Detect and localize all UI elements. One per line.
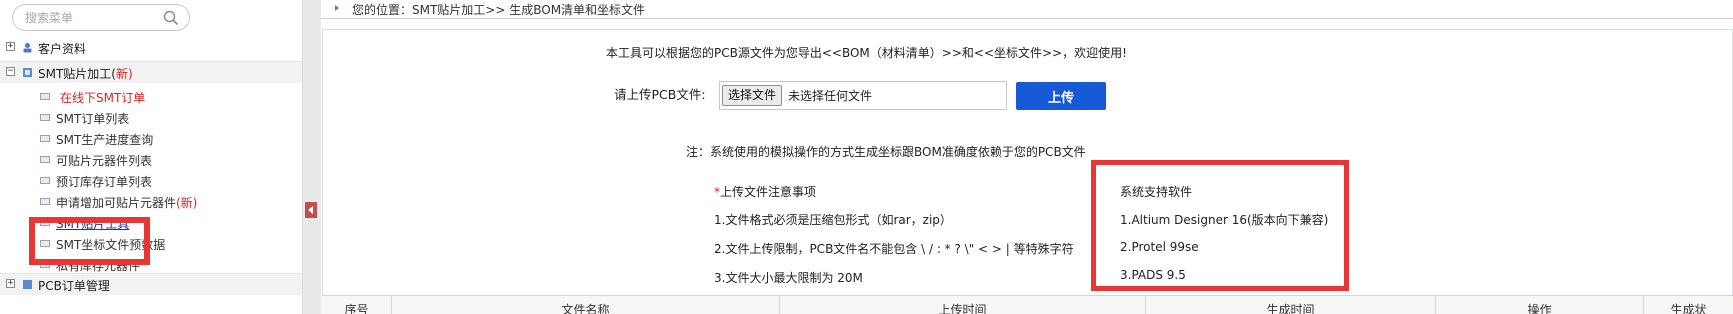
breadcrumb-arrow-icon bbox=[335, 5, 339, 11]
search-box[interactable] bbox=[12, 4, 190, 31]
page: + 客户资料 − SMT贴片加工(新) 在线下SMT订单 SMT订单 bbox=[0, 0, 1733, 314]
search-icon[interactable] bbox=[163, 10, 179, 26]
choose-file-button[interactable]: 选择文件 bbox=[722, 85, 783, 106]
sidebar-item-label: SMT订单列表 bbox=[56, 112, 130, 126]
upload-button[interactable]: 上传 bbox=[1016, 82, 1106, 110]
sidebar-item-online-smt-order[interactable]: 在线下SMT订单 bbox=[0, 85, 302, 107]
user-icon bbox=[23, 43, 32, 53]
sidebar-group-pcb[interactable]: + PCB订单管理 bbox=[0, 273, 302, 295]
page-icon bbox=[40, 135, 50, 142]
notice-item: 1.文件格式必须是压缩包形式（如rar，zip） bbox=[714, 213, 952, 227]
sidebar-collapse-bar[interactable] bbox=[303, 0, 321, 314]
page-icon bbox=[40, 114, 50, 121]
sidebar-item-reserve-stock[interactable]: 预订库存订单列表 bbox=[0, 169, 302, 191]
sidebar-group-label: PCB订单管理 bbox=[38, 279, 110, 293]
sidebar-group-label: SMT贴片加工(新) bbox=[38, 67, 133, 81]
column-header: 生成状 bbox=[1670, 303, 1707, 314]
collapse-icon[interactable]: − bbox=[6, 67, 15, 76]
sidebar-item-label: 在线下SMT订单 bbox=[60, 91, 146, 105]
sidebar-group-label: 客户资料 bbox=[38, 42, 87, 56]
page-icon bbox=[40, 198, 50, 205]
software-item: 2.Protel 99se bbox=[1120, 240, 1199, 254]
page-icon bbox=[40, 156, 50, 163]
sidebar-item-smt-progress[interactable]: SMT生产进度查询 bbox=[0, 127, 302, 149]
new-badge: 新) bbox=[115, 67, 133, 81]
sidebar-group-customer[interactable]: + 客户资料 bbox=[0, 37, 302, 59]
no-file-text: 未选择任何文件 bbox=[788, 89, 873, 103]
column-header: 上传时间 bbox=[780, 296, 1146, 314]
sidebar-item-smt-order-list[interactable]: SMT订单列表 bbox=[0, 106, 302, 128]
main-panel bbox=[322, 29, 1733, 314]
sidebar-group-smt[interactable]: − SMT贴片加工(新) bbox=[0, 61, 302, 83]
software-item: 3.PADS 9.5 bbox=[1120, 268, 1186, 282]
upload-label: 请上传PCB文件: bbox=[614, 87, 706, 102]
column-header: 操作 bbox=[1436, 296, 1644, 314]
sidebar-item-component-list[interactable]: 可贴片元器件列表 bbox=[0, 148, 302, 170]
search-input[interactable] bbox=[25, 9, 165, 27]
software-title: 系统支持软件 bbox=[1120, 185, 1193, 199]
column-header: 生成时间 bbox=[1146, 296, 1436, 314]
file-input[interactable]: 选择文件 未选择任何文件 bbox=[719, 81, 1007, 110]
sidebar: + 客户资料 − SMT贴片加工(新) 在线下SMT订单 SMT订单 bbox=[0, 0, 303, 314]
sidebar-item-label: SMT生产进度查询 bbox=[56, 133, 154, 147]
breadcrumb: 您的位置：SMT贴片加工>> 生成BOM清单和坐标文件 bbox=[321, 0, 1733, 19]
board-icon bbox=[23, 280, 32, 289]
sidebar-item-label: 申请增加可贴片元器件 bbox=[56, 196, 177, 210]
sidebar-item-apply-component[interactable]: 申请增加可贴片元器件 (新) bbox=[0, 190, 302, 212]
new-badge: (新) bbox=[176, 196, 198, 210]
notice-item: 3.文件大小最大限制为 20M bbox=[714, 271, 863, 285]
file-table-header: 序号 文件名称 上传时间 生成时间 操作 生成状 bbox=[322, 295, 1733, 314]
expand-icon[interactable]: + bbox=[6, 42, 15, 51]
expand-icon[interactable]: + bbox=[6, 279, 15, 288]
column-header: 文件名称 bbox=[392, 296, 780, 314]
intro-text: 本工具可以根据您的PCB源文件为您导出<<BOM（材料清单）>>和<<坐标文件>… bbox=[606, 46, 1127, 60]
page-icon bbox=[40, 93, 50, 100]
highlight-box-smt-tool bbox=[29, 217, 150, 265]
note-text: 注：系统使用的模拟操作的方式生成坐标跟BOM准确度依赖于您的PCB文件 bbox=[686, 145, 1086, 159]
sidebar-item-label: 预订库存订单列表 bbox=[56, 175, 153, 189]
notice-title: *上传文件注意事项 bbox=[714, 185, 817, 199]
page-icon bbox=[40, 177, 50, 184]
sidebar-item-label: 可贴片元器件列表 bbox=[56, 154, 153, 168]
software-item: 1.Altium Designer 16(版本向下兼容) bbox=[1120, 213, 1329, 227]
collapse-arrow-icon[interactable] bbox=[305, 202, 317, 218]
notice-item: 2.文件上传限制，PCB文件名不能包含 \ / : * ? \" < > | 等… bbox=[714, 242, 1074, 256]
breadcrumb-text: 您的位置：SMT贴片加工>> 生成BOM清单和坐标文件 bbox=[352, 3, 646, 17]
column-header: 序号 bbox=[322, 296, 392, 314]
chip-icon bbox=[23, 68, 32, 77]
